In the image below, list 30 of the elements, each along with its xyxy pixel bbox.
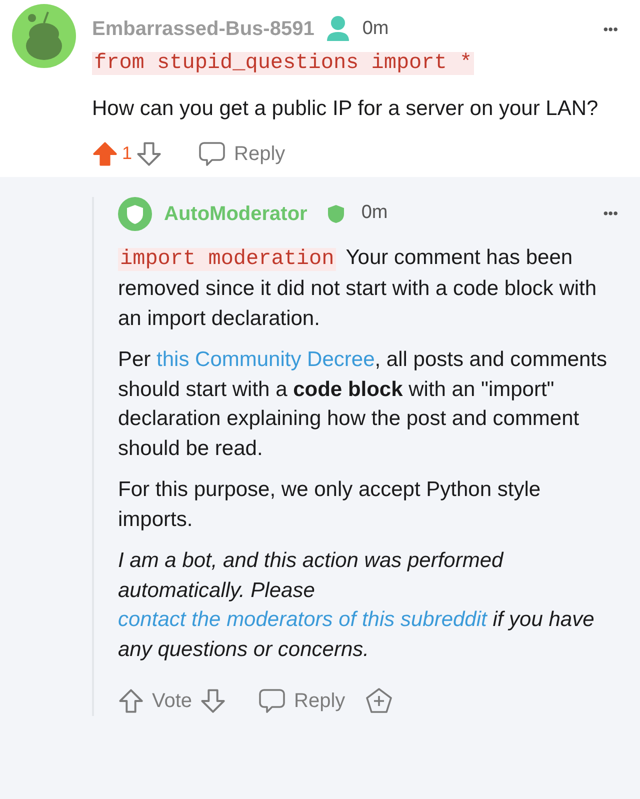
vote-count: 1 <box>122 142 132 165</box>
more-options-button[interactable]: ••• <box>603 18 618 40</box>
moderator-avatar <box>118 196 152 230</box>
code-snippet: import moderation <box>118 248 336 270</box>
shield-icon <box>327 204 346 224</box>
downvote-icon[interactable] <box>200 688 226 714</box>
timestamp: 0m <box>361 201 388 226</box>
username[interactable]: AutoModerator <box>164 198 308 228</box>
add-award-icon[interactable] <box>365 687 394 715</box>
link[interactable]: contact the moderators of this subreddit <box>118 608 487 631</box>
comment-text: For this purpose, we only accept Python style imports. <box>118 477 542 532</box>
person-icon <box>326 15 350 43</box>
speech-bubble-icon <box>198 140 226 166</box>
upvote-icon[interactable] <box>118 688 144 714</box>
speech-bubble-icon <box>258 688 286 714</box>
username[interactable]: Embarrassed-Bus-8591 <box>92 14 314 44</box>
downvote-icon[interactable] <box>136 140 162 166</box>
vote-label: Vote <box>152 689 192 714</box>
avatar <box>12 4 76 68</box>
timestamp: 0m <box>362 16 389 41</box>
upvote-icon[interactable] <box>92 140 118 166</box>
code-snippet: from stupid_questions import * <box>92 52 474 75</box>
comment-text: How can you get a public IP for a server on your LAN? <box>92 96 600 122</box>
reply-button[interactable]: Reply <box>258 686 346 716</box>
more-options-button[interactable]: ••• <box>603 203 618 224</box>
comment-text: import moderation Your comment has been removed since it did not start with a code block with an import declaration. <box>118 244 598 332</box>
comment-text: I am a bot, and this action was performed automatically. Please contact the moderators of this subreddit if you have any questions or concerns. <box>118 548 596 662</box>
link[interactable]: this Community Decree <box>156 348 375 371</box>
comment-text: Per this Community Decree, all posts and comments should start with a code block with an "import" declaration explaining how the post and comment should be read. <box>118 347 608 462</box>
reply-button[interactable]: Reply <box>198 138 286 168</box>
